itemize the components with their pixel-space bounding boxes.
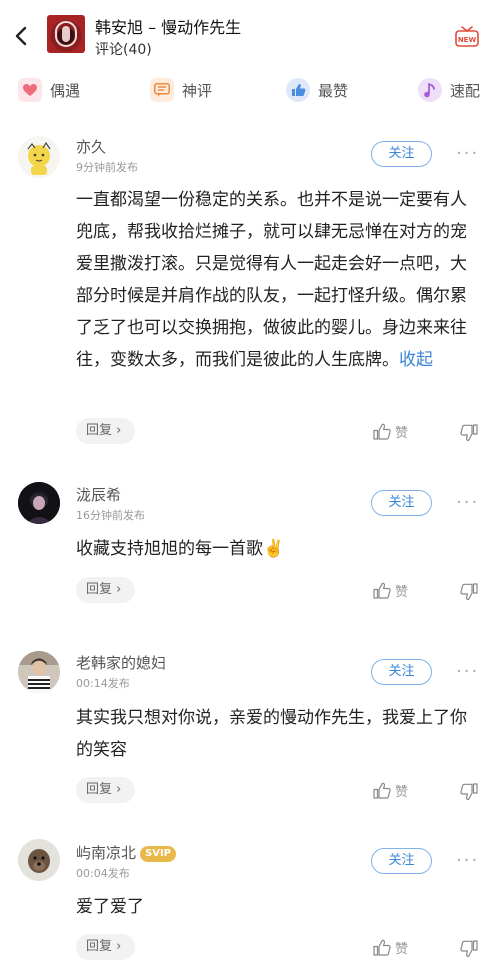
thumb-up-icon xyxy=(373,782,391,799)
comment-text: 一直都渴望一份稳定的关系。也并不是说一定要有人兜底，帮我收拾烂摊子，就可以肆无忌… xyxy=(76,190,467,370)
music-note-icon xyxy=(418,78,442,102)
post-time: 16分钟前发布 xyxy=(76,509,145,522)
reply-button[interactable]: 回复 › xyxy=(76,577,135,603)
thumb-down-icon[interactable] xyxy=(458,421,480,443)
tab-most-liked[interactable]: 最赞 xyxy=(286,74,348,106)
like-button[interactable]: 赞 xyxy=(373,779,408,801)
header-bar: 韩安旭 – 慢动作先生 评论(40) NEW xyxy=(0,0,500,70)
tab-label: 神评 xyxy=(182,81,213,100)
comment-text: 收藏支持旭旭的每一首歌✌️ xyxy=(76,539,285,559)
avatar[interactable] xyxy=(18,136,60,178)
reply-button[interactable]: 回复 › xyxy=(76,418,135,444)
comment-text: 其实我只想对你说，亲爱的慢动作先生，我爱上了你的笑容 xyxy=(76,708,467,760)
username[interactable]: 屿南凉北 SVIP xyxy=(76,842,177,863)
svg-text:NEW: NEW xyxy=(458,36,477,44)
tab-match[interactable]: 速配 xyxy=(418,74,480,106)
tab-top-comment[interactable]: 神评 xyxy=(150,74,212,106)
follow-button[interactable]: 关注 xyxy=(371,141,432,167)
avatar[interactable] xyxy=(18,651,60,693)
thumb-up-icon xyxy=(373,582,391,599)
more-options-icon[interactable]: ··· xyxy=(456,852,486,870)
follow-button[interactable]: 关注 xyxy=(371,490,432,516)
new-badge-icon[interactable]: NEW xyxy=(454,24,480,48)
thumb-down-icon[interactable] xyxy=(458,780,480,802)
song-title[interactable]: 韩安旭 – 慢动作先生 xyxy=(95,14,241,38)
post-time: 9分钟前发布 xyxy=(76,161,138,174)
username[interactable]: 泷辰希 xyxy=(76,484,121,505)
thumb-down-icon[interactable] xyxy=(458,580,480,602)
avatar[interactable] xyxy=(18,839,60,881)
comment-count: 评论(40) xyxy=(95,42,152,58)
like-button[interactable]: 赞 xyxy=(373,936,408,958)
collapse-link[interactable]: 收起 xyxy=(399,350,433,370)
tab-label: 速配 xyxy=(450,81,481,100)
username[interactable]: 老韩家的媳妇 xyxy=(76,652,166,673)
avatar[interactable] xyxy=(18,482,60,524)
comment-tabs: 偶遇 神评 最赞 速配 xyxy=(0,74,500,106)
song-cover-image[interactable] xyxy=(47,15,85,53)
follow-button[interactable]: 关注 xyxy=(371,659,432,685)
post-time: 00:04发布 xyxy=(76,867,130,880)
tab-label: 偶遇 xyxy=(50,81,81,100)
more-options-icon[interactable]: ··· xyxy=(456,663,486,681)
tab-encounter[interactable]: 偶遇 xyxy=(18,74,80,106)
thumb-up-icon xyxy=(373,423,391,440)
tab-label: 最赞 xyxy=(318,81,349,100)
thumb-up-icon xyxy=(373,939,391,956)
reply-button[interactable]: 回复 › xyxy=(76,934,135,960)
thumb-icon xyxy=(286,78,310,102)
follow-button[interactable]: 关注 xyxy=(371,848,432,874)
reply-button[interactable]: 回复 › xyxy=(76,777,135,803)
like-button[interactable]: 赞 xyxy=(373,420,408,442)
more-options-icon[interactable]: ··· xyxy=(456,145,486,163)
more-options-icon[interactable]: ··· xyxy=(456,494,486,512)
username[interactable]: 亦久 xyxy=(76,136,106,157)
comment-text: 爱了爱了 xyxy=(76,897,144,917)
post-time: 00:14发布 xyxy=(76,677,130,690)
like-button[interactable]: 赞 xyxy=(373,579,408,601)
svip-badge: SVIP xyxy=(140,846,177,862)
thumb-down-icon[interactable] xyxy=(458,937,480,959)
heart-icon xyxy=(18,78,42,102)
back-arrow-icon[interactable] xyxy=(10,24,34,48)
chat-icon xyxy=(150,78,174,102)
